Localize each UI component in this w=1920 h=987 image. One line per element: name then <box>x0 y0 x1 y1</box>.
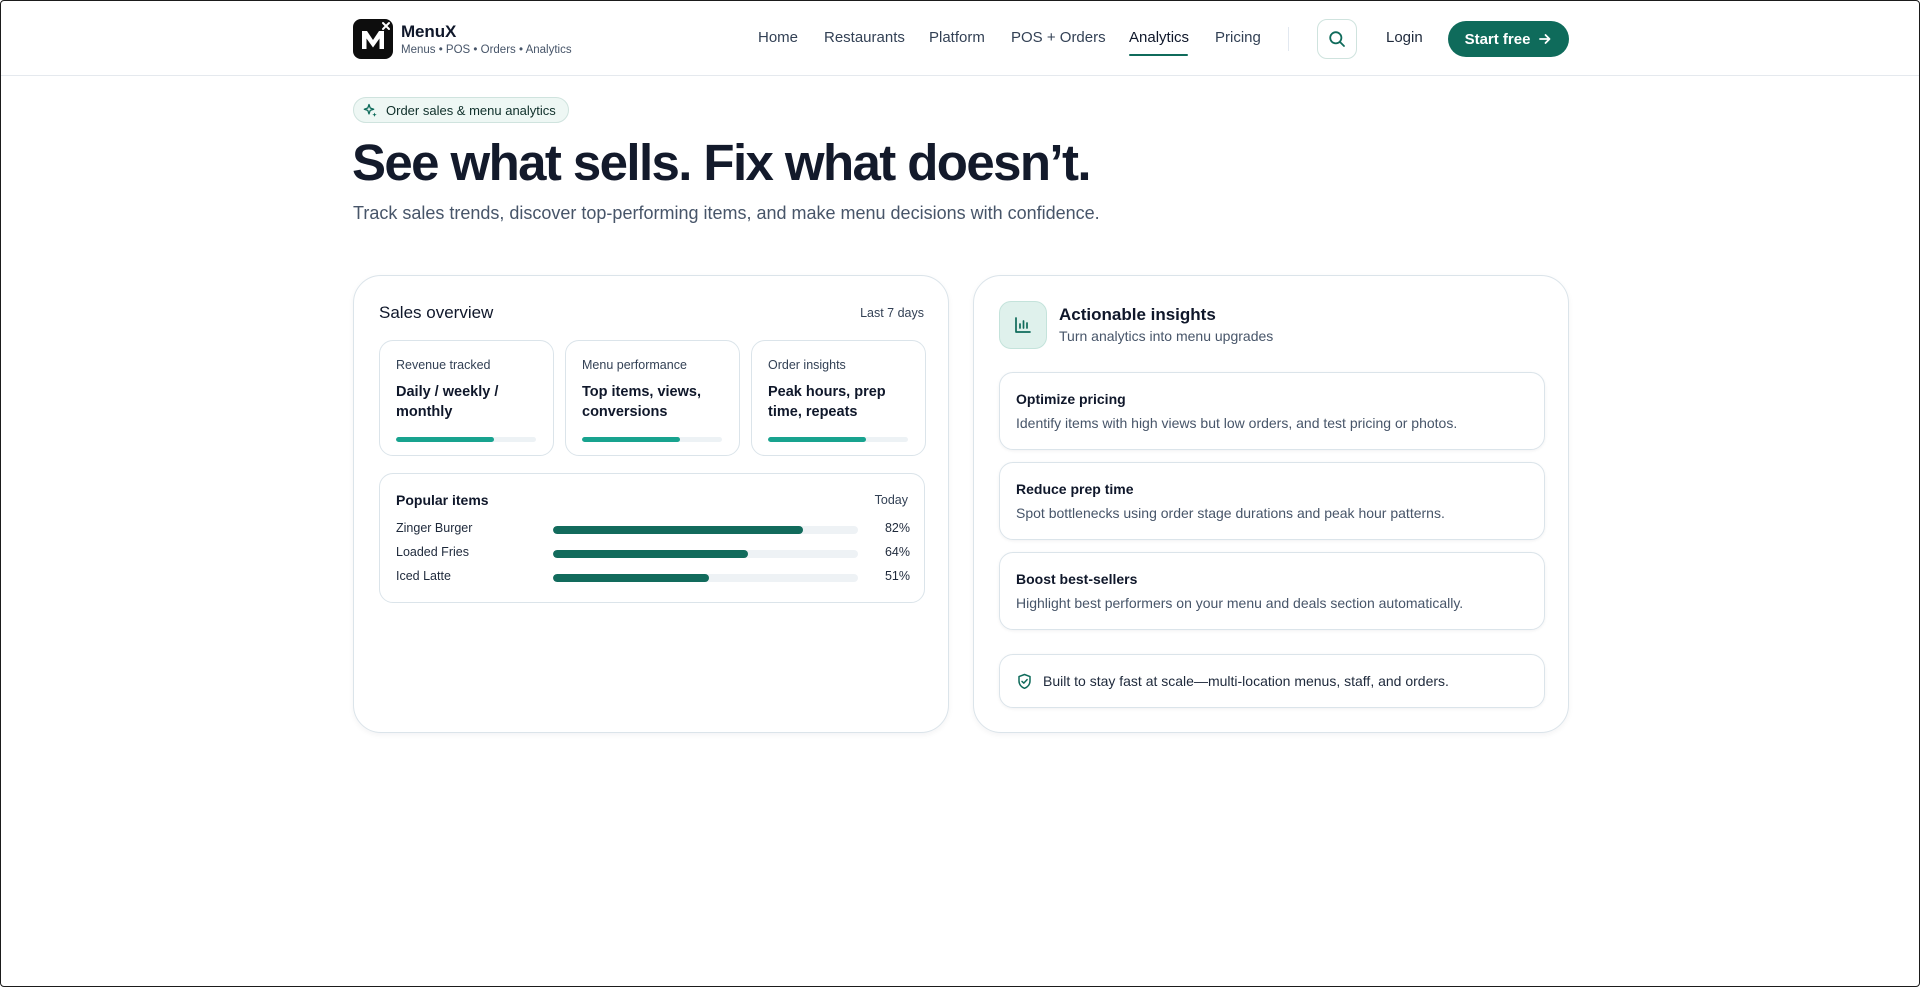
insights-card: Actionable insights Turn analytics into … <box>973 275 1569 733</box>
metric-value: Peak hours, prep time, repeats <box>768 384 886 420</box>
insight-description: Identify items with high views but low o… <box>1016 415 1458 431</box>
insight-description: Spot bottlenecks using order stage durat… <box>1016 505 1445 521</box>
popular-item-row: Iced Latte 51% <box>396 567 910 587</box>
metric-progress-track <box>768 437 908 442</box>
popular-item-bar <box>553 574 709 582</box>
hero-title: See what sells. Fix what doesn’t. <box>352 134 1092 191</box>
start-free-label: Start free <box>1464 30 1531 48</box>
insights-title: Actionable insights <box>1059 305 1216 324</box>
metric-card-revenue: Revenue tracked Daily / weekly / monthly <box>379 340 554 456</box>
popular-item-bar <box>553 526 804 534</box>
popular-item-name: Loaded Fries <box>396 545 469 559</box>
insight-title: Optimize pricing <box>1016 391 1126 407</box>
popular-items-range: Today <box>874 493 908 507</box>
metric-progress-fill <box>768 437 866 442</box>
metric-label: Menu performance <box>582 358 687 372</box>
search-button[interactable] <box>1317 19 1357 59</box>
scale-note: Built to stay fast at scale—multi-locati… <box>999 654 1545 708</box>
popular-item-percent: 82% <box>884 521 910 535</box>
active-nav-indicator <box>1129 54 1188 56</box>
shield-check-icon <box>1018 673 1031 689</box>
sales-overview-title: Sales overview <box>379 303 494 322</box>
insights-icon-tile <box>999 301 1047 349</box>
insight-description: Highlight best performers on your menu a… <box>1016 595 1464 611</box>
metric-value: Daily / weekly / monthly <box>396 384 499 420</box>
popular-item-bar-track <box>553 574 858 582</box>
nav-platform[interactable]: Platform <box>929 29 985 46</box>
metric-progress-track <box>396 437 536 442</box>
insight-title: Reduce prep time <box>1016 481 1134 497</box>
popular-item-name: Zinger Burger <box>396 521 473 535</box>
metric-progress-track <box>582 437 722 442</box>
insights-subtitle: Turn analytics into menu upgrades <box>1059 328 1274 344</box>
popular-item-percent: 51% <box>884 569 910 583</box>
hero-subtitle: Track sales trends, discover top-perform… <box>353 203 1100 223</box>
popular-item-row: Loaded Fries 64% <box>396 543 910 563</box>
popular-item-bar <box>553 550 749 558</box>
metric-label: Order insights <box>768 358 846 372</box>
analytics-badge: Order sales & menu analytics <box>353 97 569 123</box>
popular-item-percent: 64% <box>884 545 910 559</box>
insight-item-boost-best-sellers[interactable]: Boost best-sellers Highlight best perfor… <box>999 552 1545 630</box>
nav-pricing[interactable]: Pricing <box>1215 29 1261 46</box>
sales-overview-card: Sales overview Last 7 days Revenue track… <box>353 275 949 733</box>
metric-label: Revenue tracked <box>396 358 491 372</box>
arrow-right-icon <box>1539 34 1551 44</box>
metric-progress-fill <box>582 437 680 442</box>
metric-progress-fill <box>396 437 494 442</box>
popular-item-bar-track <box>553 550 858 558</box>
nav-pos-orders[interactable]: POS + Orders <box>1011 29 1106 46</box>
metric-card-menu-performance: Menu performance Top items, views, conve… <box>565 340 740 456</box>
nav-divider <box>1288 27 1289 51</box>
page: MenuX Menus • POS • Orders • Analytics H… <box>0 0 1920 987</box>
insight-item-optimize-pricing[interactable]: Optimize pricing Identify items with hig… <box>999 372 1545 450</box>
bar-chart-icon <box>1015 317 1031 333</box>
brand-name[interactable]: MenuX <box>401 22 456 42</box>
popular-item-bar-track <box>553 526 858 534</box>
scale-note-text: Built to stay fast at scale—multi-locati… <box>1043 673 1449 689</box>
popular-item-row: Zinger Burger 82% <box>396 519 910 539</box>
top-navigation: MenuX Menus • POS • Orders • Analytics H… <box>1 1 1919 76</box>
search-icon <box>1329 31 1345 47</box>
nav-restaurants[interactable]: Restaurants <box>824 29 905 46</box>
login-link[interactable]: Login <box>1386 29 1423 46</box>
start-free-button[interactable]: Start free <box>1448 21 1569 57</box>
popular-items-panel: Popular items Today Zinger Burger 82% Lo… <box>379 473 925 603</box>
popular-item-name: Iced Latte <box>396 569 451 583</box>
badge-label: Order sales & menu analytics <box>386 102 556 118</box>
insight-item-reduce-prep-time[interactable]: Reduce prep time Spot bottlenecks using … <box>999 462 1545 540</box>
sparkle-icon <box>363 103 377 117</box>
nav-analytics[interactable]: Analytics <box>1129 29 1189 46</box>
metric-card-order-insights: Order insights Peak hours, prep time, re… <box>751 340 926 456</box>
metric-value: Top items, views, conversions <box>582 384 701 420</box>
brand-tagline: Menus • POS • Orders • Analytics <box>401 44 572 56</box>
nav-home[interactable]: Home <box>758 29 798 46</box>
menux-logo-icon[interactable] <box>353 19 393 59</box>
sales-overview-range: Last 7 days <box>860 306 924 320</box>
popular-items-title: Popular items <box>396 492 489 508</box>
insight-title: Boost best-sellers <box>1016 571 1138 587</box>
